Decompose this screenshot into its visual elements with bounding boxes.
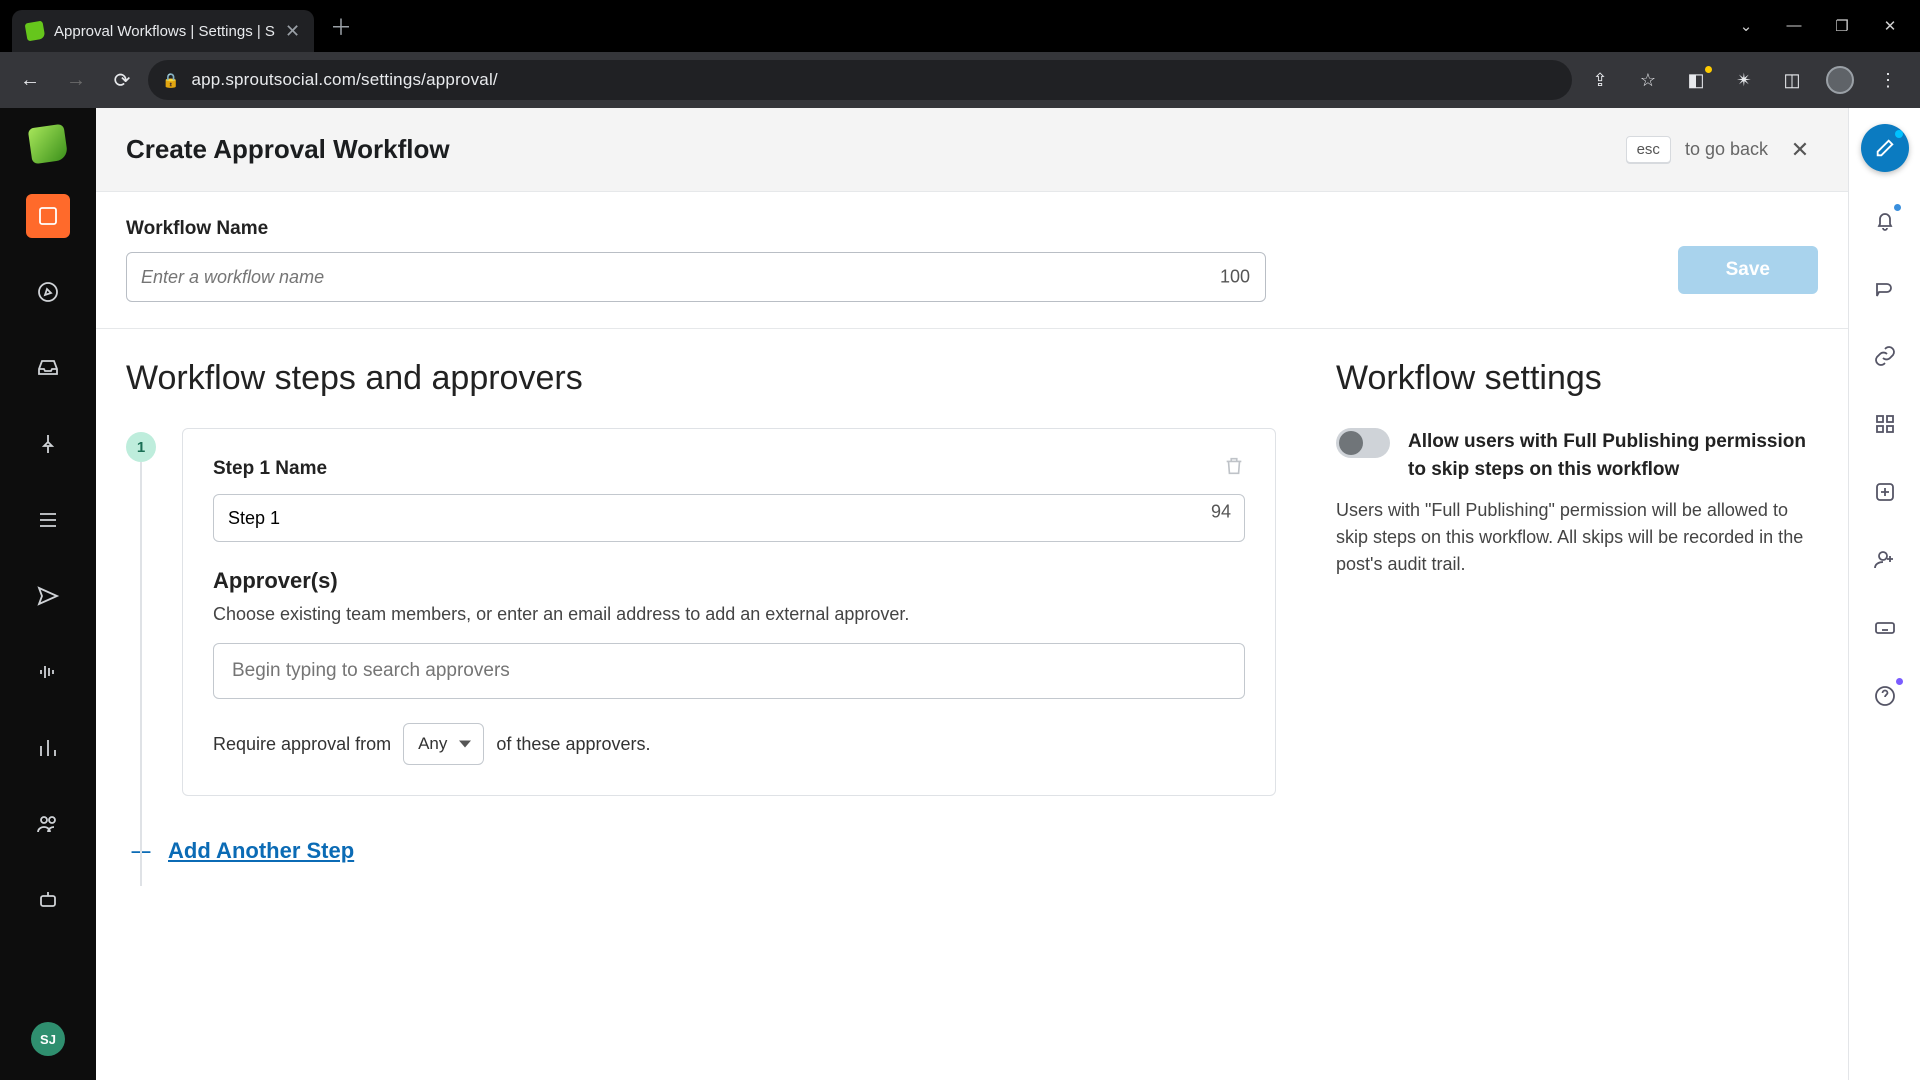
step-name-label: Step 1 Name [213, 458, 327, 480]
settings-section-title: Workflow settings [1336, 359, 1818, 398]
tab-close-icon[interactable]: ✕ [285, 21, 300, 42]
skip-steps-description: Users with "Full Publishing" permission … [1336, 497, 1818, 578]
chrome-menu-icon[interactable]: ⋮ [1874, 66, 1902, 94]
browser-titlebar: Approval Workflows | Settings | S ✕ ＋ ⌄ … [0, 0, 1920, 52]
nav-forward-button[interactable]: → [56, 60, 96, 100]
approvers-heading: Approver(s) [213, 568, 1245, 594]
nav-item-inbox[interactable] [26, 346, 70, 390]
step-card: Step 1 Name 94 Approver(s) Choose existi… [182, 428, 1276, 796]
workflow-name-input[interactable] [126, 252, 1266, 302]
window-maximize-icon[interactable]: ❐ [1832, 17, 1852, 35]
panel-header: Create Approval Workflow esc to go back … [96, 108, 1848, 192]
approvers-search-input[interactable] [213, 643, 1245, 699]
nav-item-send[interactable] [26, 574, 70, 618]
url-text: app.sproutsocial.com/settings/approval/ [191, 70, 497, 90]
esc-key-hint: esc [1626, 136, 1671, 163]
require-select-value: Any [418, 734, 447, 754]
nav-item-bot[interactable] [26, 878, 70, 922]
nav-item-audio[interactable] [26, 650, 70, 694]
delete-step-button[interactable] [1223, 455, 1245, 482]
window-controls: ⌄ ― ❐ ✕ [1736, 17, 1908, 35]
share-icon[interactable]: ⇪ [1586, 66, 1614, 94]
app-right-rail [1848, 108, 1920, 1080]
nav-item-list[interactable] [26, 498, 70, 542]
help-button[interactable] [1865, 676, 1905, 716]
browser-address-bar: ← → ⟳ 🔒 app.sproutsocial.com/settings/ap… [0, 52, 1920, 108]
extensions-menu-icon[interactable]: ✴ [1730, 66, 1758, 94]
nav-item-dashboard[interactable] [26, 194, 70, 238]
keyboard-shortcuts-button[interactable] [1865, 608, 1905, 648]
tab-title: Approval Workflows | Settings | S [54, 23, 275, 40]
nav-back-button[interactable]: ← [10, 60, 50, 100]
user-avatar[interactable]: SJ [31, 1022, 65, 1056]
notifications-button[interactable] [1865, 200, 1905, 240]
omnibox[interactable]: 🔒 app.sproutsocial.com/settings/approval… [148, 60, 1572, 100]
workflow-name-counter: 100 [1220, 267, 1250, 288]
sidepanel-icon[interactable]: ◫ [1778, 66, 1806, 94]
main-panel: Create Approval Workflow esc to go back … [96, 108, 1848, 1080]
require-suffix-text: of these approvers. [496, 734, 650, 755]
new-tab-button[interactable]: ＋ [330, 10, 352, 42]
add-square-button[interactable] [1865, 472, 1905, 512]
apps-grid-button[interactable] [1865, 404, 1905, 444]
step-connector-line [140, 462, 142, 886]
activity-button[interactable] [1865, 268, 1905, 308]
require-count-select[interactable]: Any [403, 723, 484, 765]
save-button[interactable]: Save [1678, 246, 1818, 294]
compose-button[interactable] [1861, 124, 1909, 172]
skip-steps-toggle-label: Allow users with Full Publishing permiss… [1408, 428, 1818, 483]
nav-item-compass[interactable] [26, 270, 70, 314]
nav-item-people[interactable] [26, 802, 70, 846]
nav-item-reports[interactable] [26, 726, 70, 770]
workflow-name-label: Workflow Name [126, 218, 1266, 240]
require-prefix-text: Require approval from [213, 734, 391, 755]
steps-section-title: Workflow steps and approvers [126, 359, 1276, 398]
step-name-input[interactable] [213, 494, 1245, 542]
browser-tab[interactable]: Approval Workflows | Settings | S ✕ [12, 10, 314, 52]
step-name-counter: 94 [1211, 502, 1231, 523]
approvers-help-text: Choose existing team members, or enter a… [213, 604, 1245, 625]
bookmark-icon[interactable]: ☆ [1634, 66, 1662, 94]
tab-search-icon[interactable]: ⌄ [1736, 17, 1756, 35]
profile-avatar-icon[interactable] [1826, 66, 1854, 94]
lock-icon: 🔒 [162, 72, 179, 89]
extension-icon[interactable]: ◧ [1682, 66, 1710, 94]
page-title: Create Approval Workflow [126, 134, 450, 165]
skip-steps-toggle[interactable] [1336, 428, 1390, 458]
nav-reload-button[interactable]: ⟳ [102, 60, 142, 100]
sprout-logo-icon[interactable] [28, 124, 69, 165]
favicon-icon [25, 21, 46, 42]
link-button[interactable] [1865, 336, 1905, 376]
add-step-button[interactable]: ＋ Add Another Step [126, 836, 1276, 866]
go-back-label: to go back [1685, 139, 1768, 160]
add-step-label: Add Another Step [168, 838, 354, 864]
window-minimize-icon[interactable]: ― [1784, 17, 1804, 35]
window-close-icon[interactable]: ✕ [1880, 17, 1900, 35]
invite-user-button[interactable] [1865, 540, 1905, 580]
nav-item-pin[interactable] [26, 422, 70, 466]
app-left-nav: SJ [0, 108, 96, 1080]
step-number-badge: 1 [126, 432, 156, 462]
close-button[interactable]: ✕ [1782, 132, 1818, 168]
